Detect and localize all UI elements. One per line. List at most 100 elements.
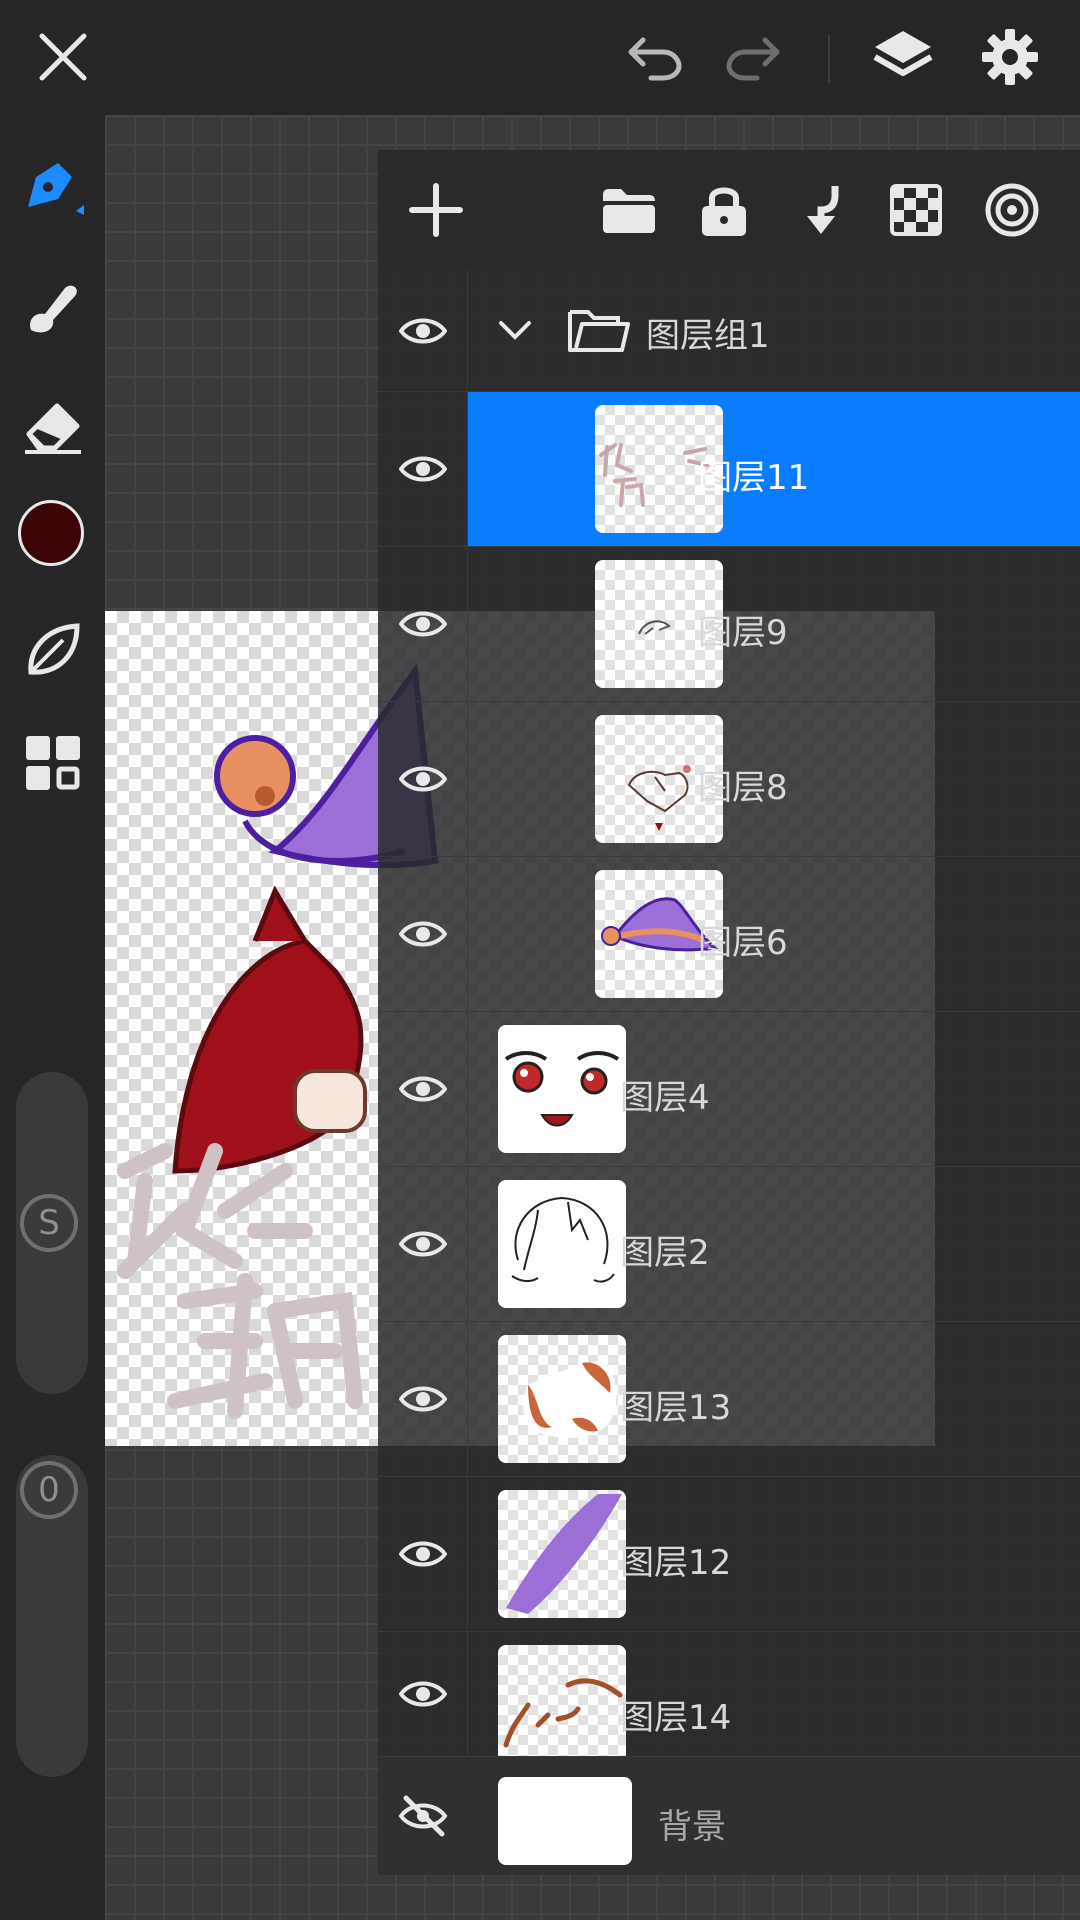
layer-row-main[interactable]: 图层6 — [468, 857, 1080, 1011]
layer-thumbnail — [498, 1645, 626, 1756]
layer-row[interactable]: 图层11 — [378, 392, 1080, 547]
toolbar-divider — [828, 35, 830, 83]
layer-group-row[interactable]: 图层组1 — [378, 270, 1080, 392]
background-layer-name: 背景 — [658, 1807, 726, 1847]
gallery-icon — [25, 735, 80, 790]
group-visibility-toggle[interactable] — [378, 270, 468, 391]
eraser-tool-button[interactable] — [15, 388, 90, 463]
brush-size-knob[interactable]: S — [20, 1194, 78, 1252]
layer-name: 图层9 — [698, 613, 788, 653]
layers-button[interactable] — [868, 22, 938, 92]
gear-icon — [982, 29, 1038, 85]
brush-opacity-knob[interactable]: 0 — [20, 1461, 78, 1519]
layer-name: 图层14 — [620, 1698, 732, 1738]
smudge-tool-button[interactable] — [15, 270, 90, 345]
folder-icon — [603, 189, 655, 233]
undo-button[interactable] — [620, 22, 690, 92]
layers-toolbar — [378, 150, 1080, 270]
layer-row-main[interactable]: 图层2 — [468, 1167, 1080, 1321]
layer-row-main[interactable]: 图层4 — [468, 1012, 1080, 1166]
brush-library-button[interactable] — [15, 612, 90, 687]
layer-name: 图层12 — [620, 1543, 732, 1583]
layer-row[interactable]: 图层8 — [378, 702, 1080, 857]
layer-visibility-toggle[interactable] — [378, 857, 468, 1011]
new-group-button[interactable] — [590, 172, 666, 248]
layer-row-main[interactable]: 图层11 — [468, 392, 1080, 546]
smudge-icon — [29, 285, 77, 332]
eye-icon — [398, 611, 447, 637]
layer-row-main[interactable]: 图层9 — [468, 547, 1080, 701]
eye-icon — [398, 456, 447, 482]
pen-icon — [27, 162, 84, 215]
layer-visibility-toggle[interactable] — [378, 1012, 468, 1166]
eye-icon — [398, 1386, 447, 1412]
background-layer-row[interactable]: 背景 — [378, 1757, 1080, 1875]
eye-icon — [398, 766, 447, 792]
layer-name: 图层8 — [698, 768, 788, 808]
layers-panel: 图层组1 图层11 图层9 图层8 图层6 图层4 图层2 图层13 图层12 … — [378, 150, 1080, 1875]
folder-open-icon — [568, 310, 630, 352]
eraser-icon — [24, 403, 81, 454]
brush-size-slider[interactable]: S — [16, 1072, 88, 1394]
gallery-button[interactable] — [15, 725, 90, 800]
layer-row-main[interactable]: 图层13 — [468, 1322, 1080, 1476]
layer-visibility-toggle[interactable] — [378, 1322, 468, 1476]
layer-row[interactable]: 图层14 — [378, 1632, 1080, 1757]
layer-visibility-toggle[interactable] — [378, 1477, 468, 1631]
layer-row[interactable]: 图层6 — [378, 857, 1080, 1012]
redo-button[interactable] — [718, 22, 788, 92]
layer-visibility-toggle[interactable] — [378, 392, 468, 546]
eye-icon — [398, 1681, 447, 1707]
merge-down-button[interactable] — [782, 172, 858, 248]
layer-name: 图层2 — [620, 1233, 710, 1273]
eye-hidden-icon — [398, 1795, 448, 1837]
layer-thumbnail — [498, 1180, 626, 1308]
top-bar — [0, 0, 1080, 115]
layer-row[interactable]: 图层12 — [378, 1477, 1080, 1632]
layer-group-name: 图层组1 — [646, 316, 770, 356]
eye-icon — [398, 1231, 447, 1257]
eye-icon — [398, 1541, 447, 1567]
layer-row-main[interactable]: 图层12 — [468, 1477, 1080, 1631]
layer-visibility-toggle[interactable] — [378, 1632, 468, 1756]
pen-tool-button[interactable] — [15, 152, 90, 227]
lock-layer-button[interactable] — [686, 172, 762, 248]
layer-visibility-toggle[interactable] — [378, 547, 468, 701]
redo-icon — [726, 37, 780, 81]
layer-row-main[interactable]: 图层8 — [468, 702, 1080, 856]
layer-thumbnail — [498, 1335, 626, 1463]
close-icon — [39, 33, 87, 81]
layer-row[interactable]: 图层2 — [378, 1167, 1080, 1322]
chevron-down-icon[interactable] — [498, 318, 532, 342]
lock-icon — [702, 187, 746, 236]
layers-icon — [873, 31, 933, 76]
layer-row[interactable]: 图层9 — [378, 547, 1080, 702]
layer-visibility-toggle[interactable] — [378, 702, 468, 856]
close-button[interactable] — [28, 22, 98, 92]
settings-button[interactable] — [975, 22, 1045, 92]
background-visibility-toggle[interactable] — [378, 1757, 468, 1875]
layer-group-main[interactable]: 图层组1 — [468, 270, 1080, 391]
color-swatch[interactable] — [18, 500, 84, 566]
layer-row[interactable]: 图层4 — [378, 1012, 1080, 1167]
layer-row[interactable]: 图层13 — [378, 1322, 1080, 1477]
eye-icon — [398, 1076, 447, 1102]
layer-name: 图层4 — [620, 1078, 710, 1118]
add-layer-button[interactable] — [398, 172, 474, 248]
eye-icon — [398, 318, 447, 343]
reference-layer-button[interactable] — [974, 172, 1050, 248]
blend-target-icon — [985, 183, 1039, 237]
layer-thumbnail — [498, 1025, 626, 1153]
layer-visibility-toggle[interactable] — [378, 1167, 468, 1321]
eye-icon — [398, 921, 447, 947]
layer-row-main[interactable]: 图层14 — [468, 1632, 1080, 1756]
transparency-lock-button[interactable] — [878, 172, 954, 248]
merge-down-icon — [807, 186, 839, 234]
brush-opacity-slider[interactable]: 0 — [16, 1455, 88, 1777]
layer-name: 图层6 — [698, 923, 788, 963]
layer-name: 图层13 — [620, 1388, 732, 1428]
undo-icon — [628, 37, 682, 81]
layer-thumbnail — [498, 1490, 626, 1618]
background-thumbnail — [498, 1777, 632, 1865]
transparency-icon — [890, 184, 942, 236]
